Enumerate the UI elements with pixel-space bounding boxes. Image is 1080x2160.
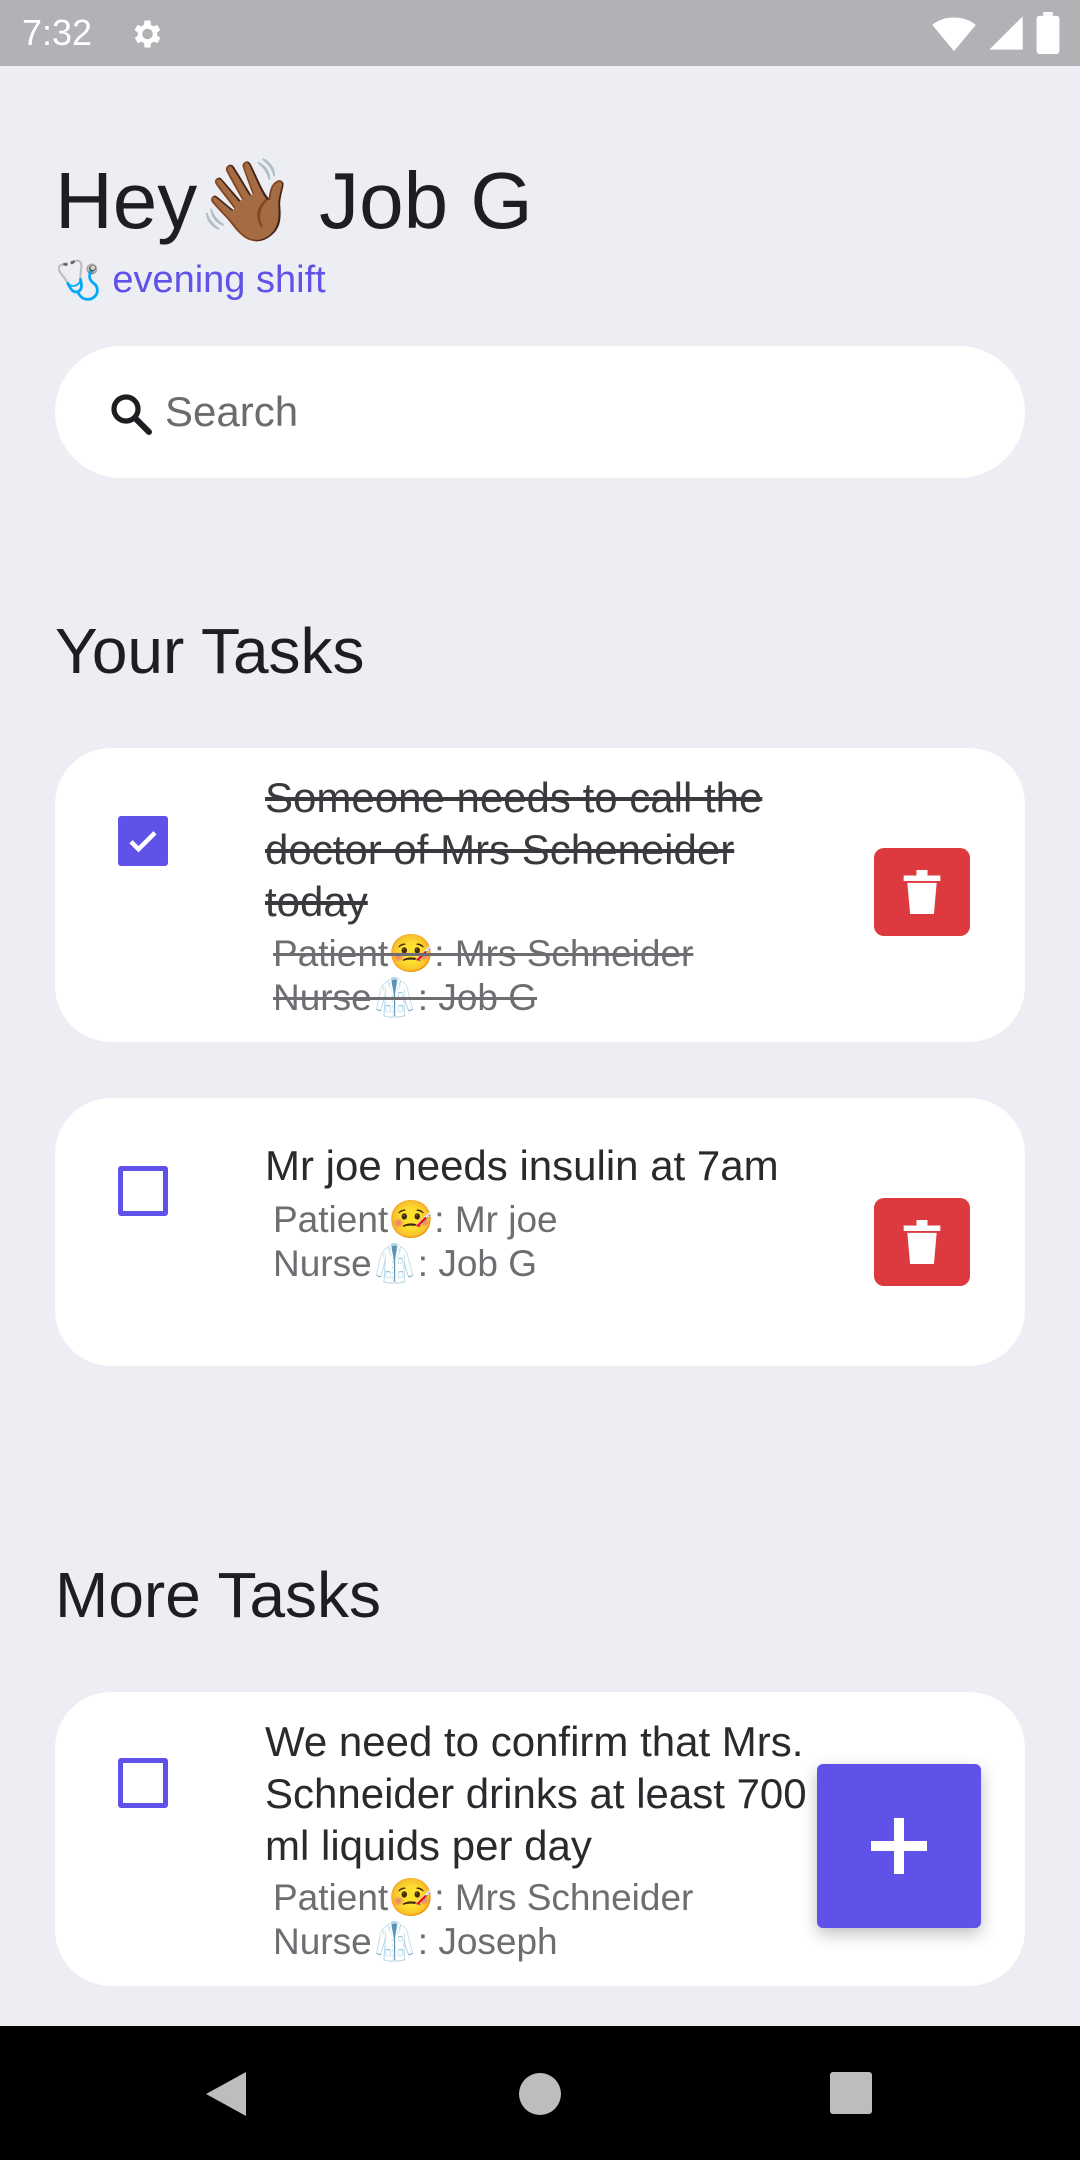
trash-icon [903, 1220, 941, 1264]
gear-icon [134, 20, 161, 48]
task-patient: Patient🤒: Mr joe [273, 1199, 558, 1240]
stethoscope-icon: 🩺 [55, 258, 103, 302]
task-nurse: Nurse🥼: Job G [273, 1243, 538, 1284]
task-checkbox[interactable] [118, 1166, 168, 1216]
task-nurse: Nurse🥼: Job G [273, 977, 538, 1018]
shift-text: evening shift [112, 259, 326, 301]
task-checkbox[interactable] [118, 816, 168, 866]
task-title: We need to confirm that Mrs. Schneider d… [265, 1718, 807, 1869]
add-task-button[interactable] [817, 1764, 981, 1928]
wifi-icon [932, 17, 976, 52]
search-bar[interactable] [55, 346, 1025, 478]
task-patient: Patient🤒: Mrs Schneider [273, 1877, 694, 1918]
delete-task-button[interactable] [874, 848, 970, 936]
task-title: Someone needs to call the doctor of Mrs … [265, 774, 763, 925]
task-card[interactable]: Someone needs to call the doctor of Mrs … [55, 748, 1025, 1042]
search-icon [111, 394, 152, 435]
waving-hand-icon: 👋🏾 [197, 154, 297, 247]
checkmark-icon [129, 831, 157, 853]
shift-label: 🩺 evening shift [55, 258, 326, 303]
app-screen: Hey👋🏾 Job G 🩺 evening shift Your Tasks S… [0, 66, 1080, 2026]
greeting-prefix: Hey [55, 156, 198, 245]
status-bar: 7:32 [0, 0, 1080, 66]
trash-icon [903, 870, 941, 914]
status-icons [932, 12, 1060, 54]
task-checkbox[interactable] [118, 1758, 168, 1808]
user-name: Job G [319, 156, 533, 245]
signal-icon [989, 16, 1023, 50]
home-icon[interactable] [518, 2072, 562, 2116]
more-tasks-heading: More Tasks [55, 1559, 382, 1631]
task-nurse: Nurse🥼: Joseph [273, 1921, 558, 1962]
battery-icon [1036, 12, 1060, 54]
search-input[interactable] [165, 372, 985, 452]
task-card[interactable]: Mr joe needs insulin at 7am Patient🤒: Mr… [55, 1098, 1025, 1366]
back-icon[interactable] [204, 2070, 248, 2118]
greeting-heading: Hey👋🏾 Job G [55, 154, 533, 248]
navigation-bar [0, 2026, 1080, 2160]
delete-task-button[interactable] [874, 1198, 970, 1286]
your-tasks-heading: Your Tasks [55, 615, 365, 687]
task-patient: Patient🤒: Mrs Schneider [273, 933, 694, 974]
task-title: Mr joe needs insulin at 7am [265, 1142, 779, 1189]
recents-icon[interactable] [830, 2072, 872, 2114]
plus-icon [871, 1818, 927, 1874]
status-time: 7:32 [22, 12, 93, 53]
